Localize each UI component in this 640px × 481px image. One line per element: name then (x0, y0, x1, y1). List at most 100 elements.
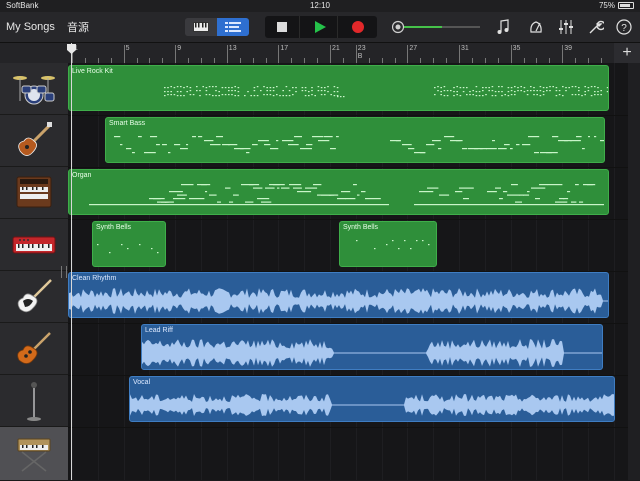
my-songs-button[interactable]: My Songs (6, 16, 55, 38)
midi-note (212, 95, 214, 97)
bar-ruler[interactable]: 15913172123B2731353943 (68, 43, 628, 64)
midi-note (186, 91, 188, 93)
midi-note (301, 90, 304, 92)
track-header-organ[interactable] (0, 167, 68, 219)
midi-note (256, 86, 259, 88)
record-icon[interactable] (341, 16, 375, 38)
mixer-icon[interactable] (556, 16, 576, 38)
midi-note (228, 87, 230, 89)
midi-note (463, 198, 469, 200)
midi-note (558, 94, 561, 96)
track-header-lead-guitar[interactable] (0, 323, 68, 375)
midi-note (588, 136, 590, 138)
track-header-drums[interactable] (0, 63, 68, 115)
midi-note (139, 244, 141, 246)
midi-note (170, 86, 172, 88)
region-live-rock-kit[interactable]: Live Rock Kit (68, 65, 609, 111)
midi-note (466, 87, 468, 89)
midi-note (535, 198, 540, 200)
midi-note (234, 86, 236, 88)
midi-note (514, 86, 516, 88)
midi-note (410, 248, 412, 250)
playhead[interactable] (71, 43, 72, 480)
midi-note (281, 187, 290, 189)
audio-waveform (142, 339, 602, 367)
header-resize-handle[interactable] (61, 266, 67, 278)
midi-note (282, 90, 284, 92)
midi-note (523, 91, 526, 93)
add-track-button[interactable]: + (614, 43, 640, 63)
ruler-tick (330, 45, 331, 63)
midi-note (453, 95, 455, 97)
midi-note (469, 91, 471, 93)
battery-percent: 75% (598, 1, 615, 10)
play-icon[interactable] (303, 16, 338, 38)
midi-note (526, 94, 529, 96)
midi-note (183, 87, 185, 89)
track-header-bass[interactable] (0, 115, 68, 167)
midi-note (443, 86, 446, 88)
midi-note (180, 91, 182, 93)
region-smart-bass[interactable]: Smart Bass (105, 117, 605, 163)
section-marker[interactable]: B (358, 53, 363, 60)
midi-note (151, 248, 153, 250)
midi-note (462, 148, 468, 150)
master-volume-slider[interactable] (392, 17, 484, 37)
midi-note (472, 94, 474, 96)
ruler-bar-label: 13 (228, 45, 237, 52)
region-synth-bells-1[interactable]: Synth Bells (92, 221, 166, 267)
midi-note (285, 95, 288, 97)
region-clean-rhythm[interactable]: Clean Rhythm (68, 272, 609, 318)
midi-note (253, 95, 256, 97)
settings-icon[interactable] (586, 16, 606, 38)
region-synth-bells-2[interactable]: Synth Bells (339, 221, 437, 267)
midi-note (337, 198, 346, 200)
midi-note (455, 191, 463, 193)
midi-note (215, 95, 217, 97)
lane-divider (68, 167, 640, 168)
midi-note (208, 86, 211, 88)
midi-note (189, 90, 192, 92)
midi-note (127, 248, 129, 250)
midi-note (547, 184, 563, 186)
midi-note (444, 136, 455, 138)
electric-guitar-icon (17, 278, 52, 312)
ruler-bar-label: 5 (125, 45, 130, 52)
midi-note (517, 90, 519, 92)
midi-note (157, 252, 159, 254)
midi-note (567, 191, 571, 193)
midi-note (282, 140, 294, 142)
ruler-tick (175, 45, 177, 63)
track-header-keyboard[interactable] (0, 427, 68, 481)
sound-library-button[interactable]: 音源 (67, 16, 89, 38)
midi-note (208, 94, 211, 96)
help-icon[interactable]: ? (614, 16, 634, 38)
midi-note (231, 94, 233, 96)
midi-note (288, 144, 299, 146)
track-header-vocal[interactable] (0, 375, 68, 427)
midi-note (201, 184, 207, 186)
battery-icon (618, 2, 634, 9)
midi-note (318, 140, 330, 142)
midi-note (164, 95, 166, 97)
region-lead-riff[interactable]: Lead Riff (141, 324, 603, 370)
track-header-clean-guitar[interactable] (0, 271, 68, 323)
midi-note (488, 87, 490, 89)
midi-note (488, 90, 490, 92)
midi-note (174, 144, 181, 146)
region-organ[interactable]: Organ (68, 169, 609, 215)
midi-note (356, 240, 358, 242)
track-header-synth[interactable] (0, 219, 68, 271)
midi-note (256, 95, 259, 97)
loop-browser-icon[interactable] (494, 16, 512, 38)
midi-note (437, 90, 439, 92)
region-vocal[interactable]: Vocal (129, 376, 615, 422)
battery-indicator: 75% (599, 1, 634, 10)
midi-note (189, 87, 192, 89)
midi-note (173, 87, 176, 89)
keyboard-icon[interactable] (185, 18, 217, 36)
stop-icon[interactable] (265, 16, 300, 38)
tracks-view-icon[interactable] (217, 18, 249, 36)
metronome-icon[interactable] (526, 16, 546, 38)
midi-note (482, 90, 484, 92)
